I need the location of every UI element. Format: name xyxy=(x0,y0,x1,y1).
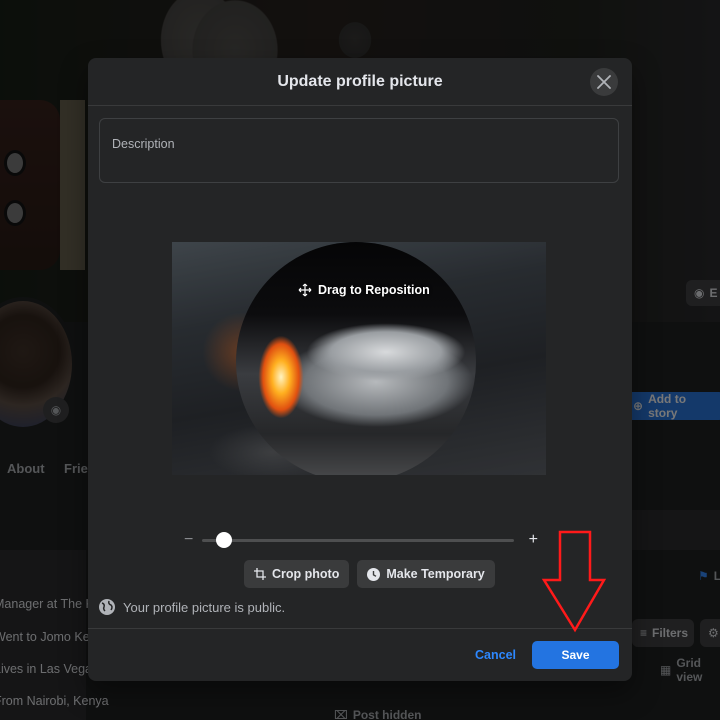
crop-icon xyxy=(254,568,266,580)
drag-hint-label: Drag to Reposition xyxy=(318,283,430,297)
close-icon xyxy=(597,75,611,89)
zoom-in-button[interactable]: + xyxy=(529,530,538,550)
save-button[interactable]: Save xyxy=(532,641,619,669)
description-input[interactable]: Description xyxy=(99,118,619,183)
photo-crop-area[interactable]: Drag to Reposition xyxy=(172,242,546,475)
annotation-arrow-icon xyxy=(541,530,607,633)
zoom-out-button[interactable]: − xyxy=(184,530,193,550)
crop-photo-label: Crop photo xyxy=(272,567,340,581)
clock-icon xyxy=(367,567,381,581)
page: ◉ ◉ E ⊕ Add to story About Friends Manag… xyxy=(0,0,720,720)
zoom-slider[interactable]: − + xyxy=(184,530,538,550)
photo-actions: Crop photo Make Temporary xyxy=(244,560,495,588)
close-button[interactable] xyxy=(590,68,618,96)
zoom-track[interactable] xyxy=(202,532,514,548)
move-icon xyxy=(298,283,312,297)
dialog-header: Update profile picture xyxy=(88,58,632,106)
dialog-footer: Cancel Save xyxy=(88,628,632,681)
globe-icon xyxy=(99,599,115,615)
description-placeholder: Description xyxy=(112,137,175,151)
zoom-thumb[interactable] xyxy=(215,532,232,548)
make-temporary-button[interactable]: Make Temporary xyxy=(357,560,495,588)
crop-circle[interactable] xyxy=(236,242,476,475)
cancel-button[interactable]: Cancel xyxy=(475,648,516,662)
dialog-title: Update profile picture xyxy=(277,72,443,90)
make-temporary-label: Make Temporary xyxy=(386,567,485,581)
crop-photo-button[interactable]: Crop photo xyxy=(244,560,350,588)
privacy-text: Your profile picture is public. xyxy=(123,599,286,615)
privacy-notice: Your profile picture is public. xyxy=(99,599,285,615)
drag-hint: Drag to Reposition xyxy=(298,283,430,297)
